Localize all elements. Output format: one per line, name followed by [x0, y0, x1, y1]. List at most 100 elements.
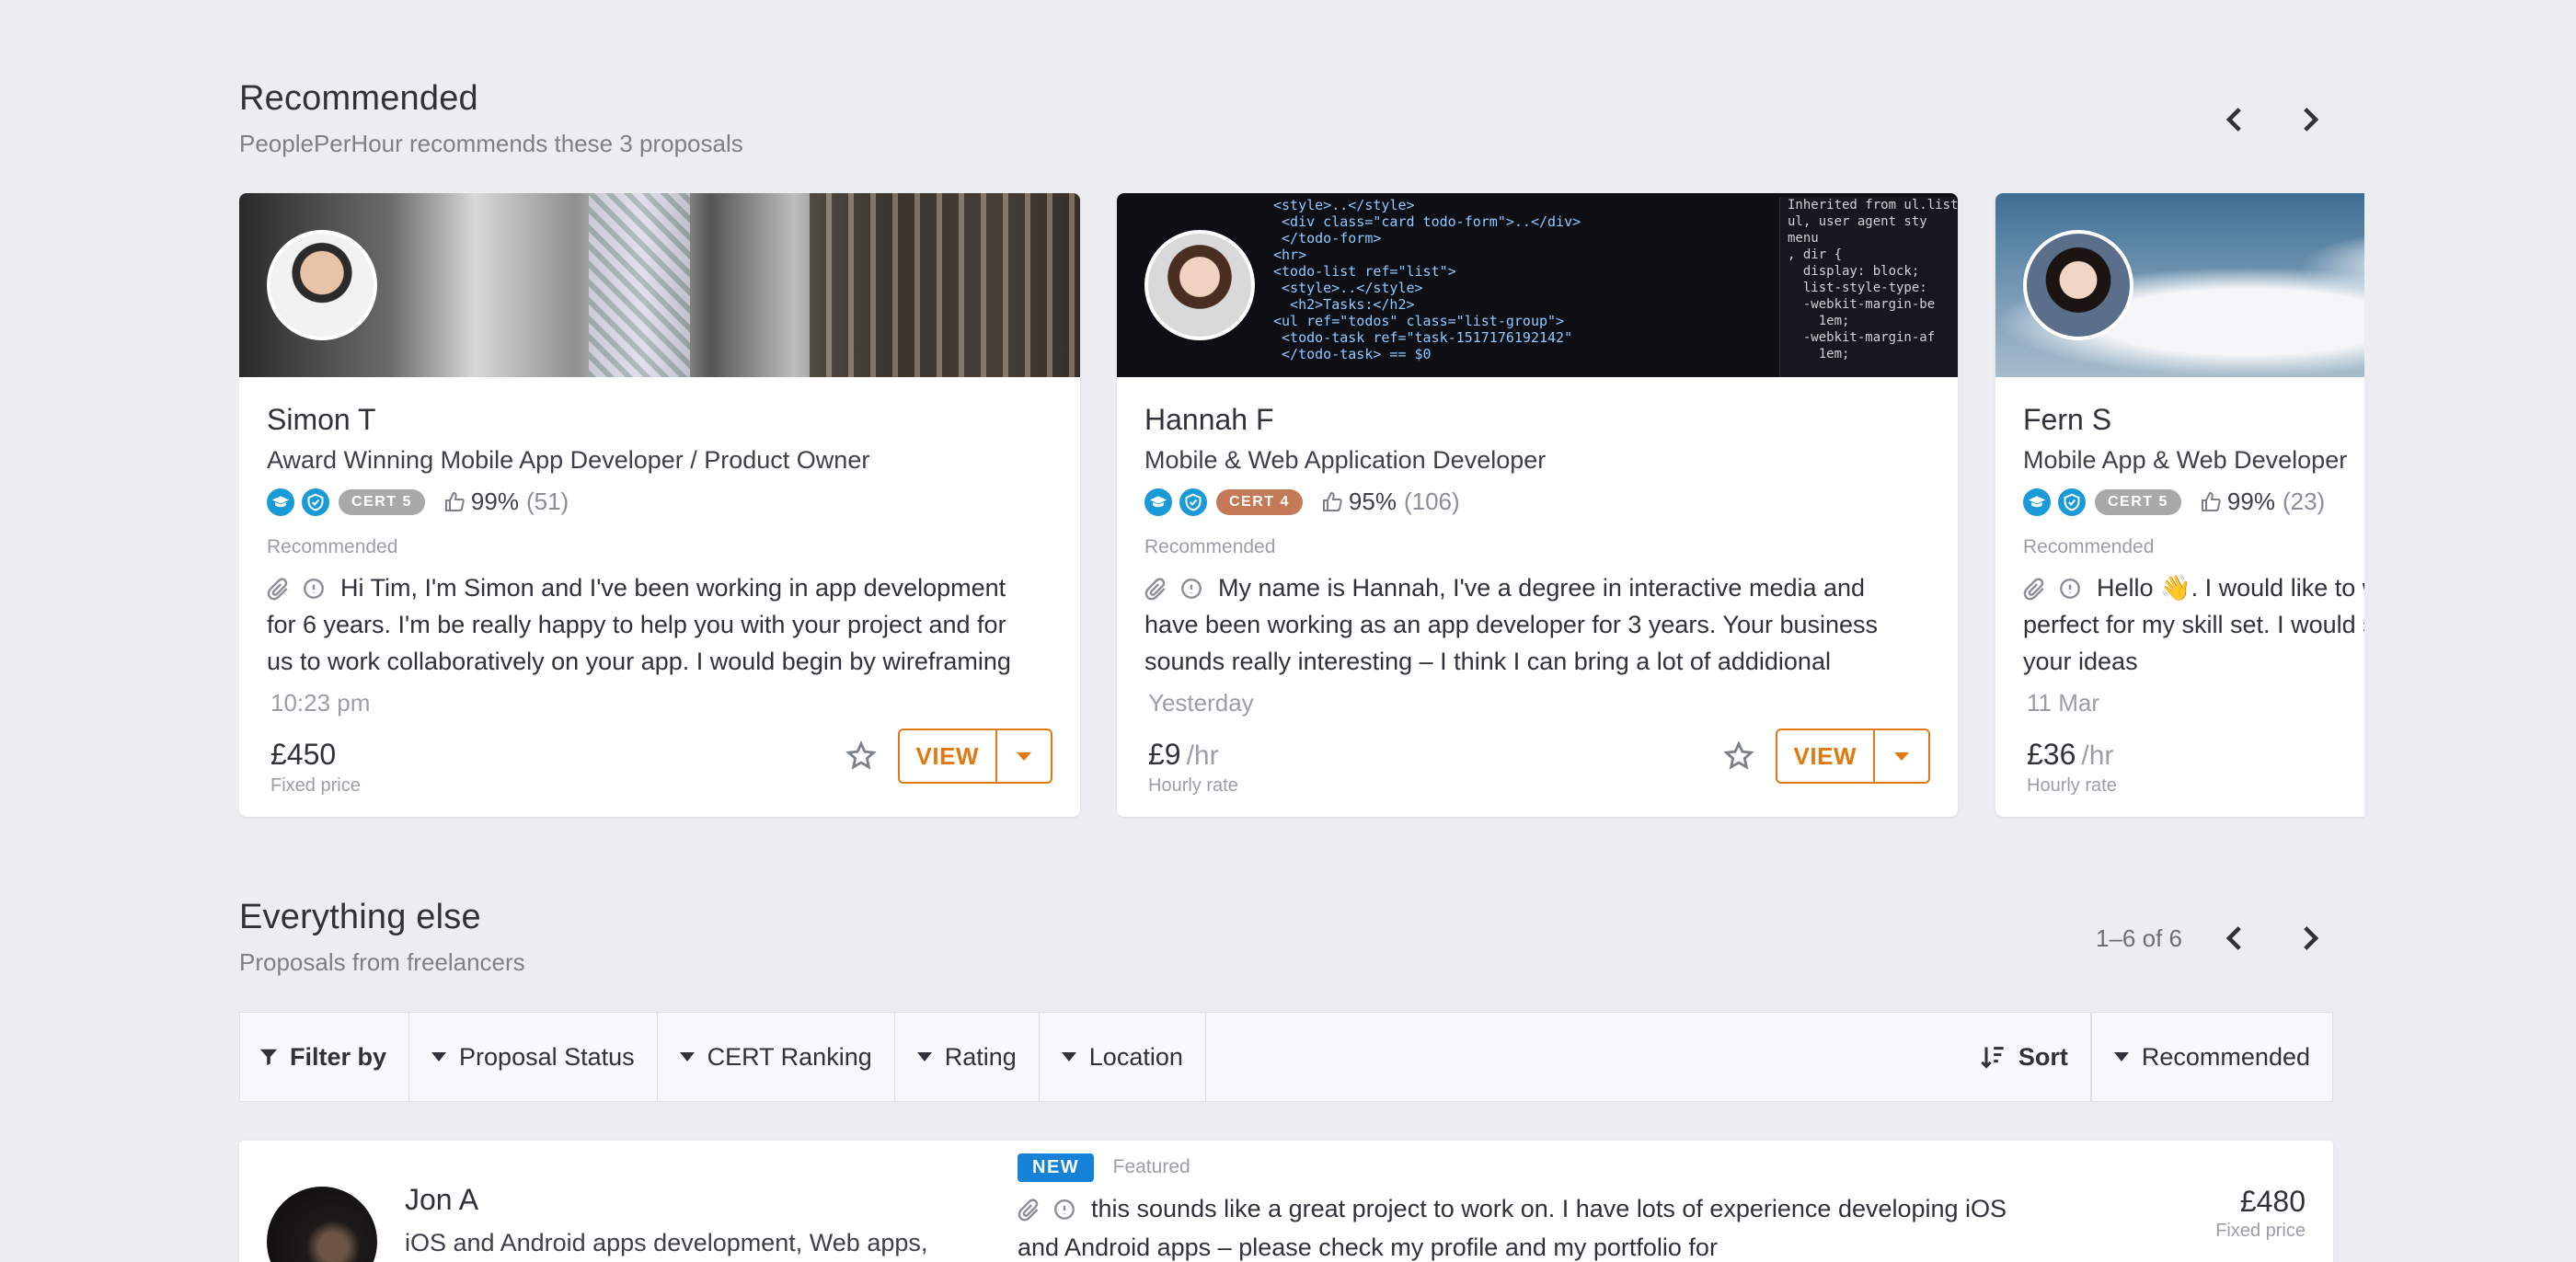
proposal-text: Hi Tim, I'm Simon and I've been working …: [267, 574, 1011, 675]
view-button-group: VIEW: [1775, 729, 1930, 784]
avatar[interactable]: [1144, 230, 1255, 340]
new-badge: NEW: [1018, 1153, 1095, 1182]
card-footer: £450 Fixed price VIEW: [270, 729, 1052, 796]
everything-else-section: Everything else Proposals from freelance…: [239, 898, 2333, 977]
sort-button[interactable]: Sort: [1957, 1013, 2091, 1101]
proposal-card[interactable]: Simon T Award Winning Mobile App Develop…: [239, 193, 1080, 817]
list-item[interactable]: Jon A iOS and Android apps development, …: [239, 1141, 2333, 1262]
badge-row: CERT 5 99% (23): [2023, 488, 2364, 516]
next-arrow-icon[interactable]: [2285, 96, 2333, 143]
freelancer-name[interactable]: Jon A: [405, 1183, 478, 1217]
proposal-tag: Recommended: [2023, 536, 2155, 557]
price-type: Fixed price: [2215, 1221, 2306, 1241]
proposal-tag: Recommended: [1144, 536, 1276, 557]
freelancer-role: iOS and Android apps development, Web ap…: [405, 1229, 928, 1256]
caret-down-icon: [679, 1052, 695, 1061]
rating-count: (23): [2282, 488, 2326, 515]
price-amount: £450: [270, 738, 337, 771]
graduation-cap-icon: [1144, 488, 1172, 516]
shield-check-icon: [2058, 488, 2086, 516]
filter-label: Filter by: [240, 1013, 410, 1101]
caret-down-icon: [1894, 751, 1909, 761]
proposal-card[interactable]: Fern S Mobile App & Web Developer CERT 5…: [1995, 193, 2364, 817]
next-page-arrow-icon[interactable]: [2285, 914, 2333, 962]
view-dropdown-button[interactable]: [997, 730, 1051, 782]
section-title: Everything else: [239, 898, 481, 936]
view-dropdown-button[interactable]: [1875, 730, 1928, 782]
recommended-section: Recommended PeoplePerHour recommends the…: [239, 79, 2333, 158]
paperclip-icon: [267, 578, 288, 601]
thumbs-up-icon: [444, 491, 465, 511]
badge-row: CERT 4 95% (106): [1144, 488, 1930, 516]
proposal-card[interactable]: <style>..</style> <div class="card todo-…: [1117, 193, 1958, 817]
filter-funnel-icon: [259, 1049, 278, 1066]
cert-badge: CERT 5: [339, 488, 425, 515]
pager-count: 1–6 of 6: [2096, 924, 2182, 952]
price-amount: £480: [2239, 1185, 2306, 1218]
filter-text: CERT Ranking: [707, 1042, 872, 1071]
avatar[interactable]: [2023, 230, 2133, 340]
proposal-excerpt: this sounds like a great project to work…: [1018, 1189, 2030, 1262]
freelancer-role: Award Winning Mobile App Developer / Pro…: [267, 446, 870, 474]
paperclip-icon: [1018, 1199, 1039, 1222]
sort-label: Sort: [2018, 1042, 2068, 1071]
rating-percent: 99%: [470, 488, 519, 515]
avatar[interactable]: [267, 1187, 377, 1262]
chat-bubble-icon: [1181, 578, 1202, 599]
price-amount: £9: [1148, 738, 1181, 771]
filter-text: Location: [1088, 1042, 1183, 1071]
shield-check-icon: [302, 488, 329, 516]
freelancer-name[interactable]: Simon T: [267, 403, 1052, 437]
featured-tag: Featured: [1112, 1156, 1190, 1177]
caret-down-icon: [916, 1052, 932, 1061]
caret-down-icon: [2113, 1052, 2129, 1061]
proposal-excerpt: My name is Hannah, I've a degree in inte…: [1144, 569, 1908, 680]
paperclip-icon: [1144, 578, 1166, 601]
thumbs-up-icon: [1322, 491, 1342, 511]
chat-bubble-icon: [2060, 578, 2080, 599]
filter-bar: Filter by Proposal Status CERT Ranking R…: [239, 1012, 2333, 1102]
prev-arrow-icon[interactable]: [2212, 96, 2260, 143]
thumbs-up-icon: [2201, 491, 2221, 511]
cover-image: <style>..</style> <div class="card todo-…: [1117, 193, 1958, 377]
sort-dropdown[interactable]: Recommended: [2090, 1013, 2332, 1101]
prev-page-arrow-icon[interactable]: [2212, 914, 2260, 962]
proposal-time: Yesterday: [1148, 689, 1254, 717]
rating-percent: 95%: [1348, 488, 1397, 515]
shield-check-icon: [1179, 488, 1207, 516]
freelancer-name[interactable]: Fern S: [2023, 403, 2364, 437]
price-unit: /hr: [1186, 740, 1219, 771]
paperclip-icon: [2023, 578, 2044, 601]
filter-location[interactable]: Location: [1040, 1013, 1206, 1101]
rating: 99% (23): [2200, 488, 2325, 516]
filter-spacer: [1206, 1013, 1957, 1101]
filter-rating[interactable]: Rating: [895, 1013, 1040, 1101]
cert-badge: CERT 4: [1216, 488, 1303, 515]
filter-proposal-status[interactable]: Proposal Status: [409, 1013, 658, 1101]
chat-bubble-icon: [1054, 1199, 1075, 1220]
card-footer: £36/hr Hourly rate: [2027, 738, 2364, 796]
rating-count: (51): [525, 488, 569, 515]
caret-down-icon: [1061, 1052, 1076, 1061]
sort-value: Recommended: [2141, 1042, 2310, 1071]
freelancer-name[interactable]: Hannah F: [1144, 403, 1930, 437]
star-icon[interactable]: [1720, 738, 1757, 774]
star-icon[interactable]: [843, 738, 880, 774]
view-button[interactable]: VIEW: [1777, 730, 1875, 782]
proposal-text: My name is Hannah, I've a degree in inte…: [1144, 574, 1879, 675]
price: £480 Fixed price: [2215, 1185, 2306, 1242]
card-footer: £9/hr Hourly rate VIEW: [1148, 729, 1930, 796]
filter-cert-ranking[interactable]: CERT Ranking: [658, 1013, 895, 1101]
caret-down-icon: [431, 1052, 447, 1061]
view-button[interactable]: VIEW: [900, 730, 997, 782]
rating: 95% (106): [1321, 488, 1460, 516]
filter-label-text: Filter by: [290, 1042, 387, 1071]
avatar[interactable]: [267, 230, 377, 340]
cover-image: [1995, 193, 2364, 377]
card-actions: VIEW: [843, 729, 1052, 784]
rating: 99% (51): [443, 488, 569, 516]
view-button-group: VIEW: [897, 729, 1052, 784]
graduation-cap-icon: [267, 488, 294, 516]
cover-image: [239, 193, 1080, 377]
carousel-mask: [2364, 184, 2576, 828]
